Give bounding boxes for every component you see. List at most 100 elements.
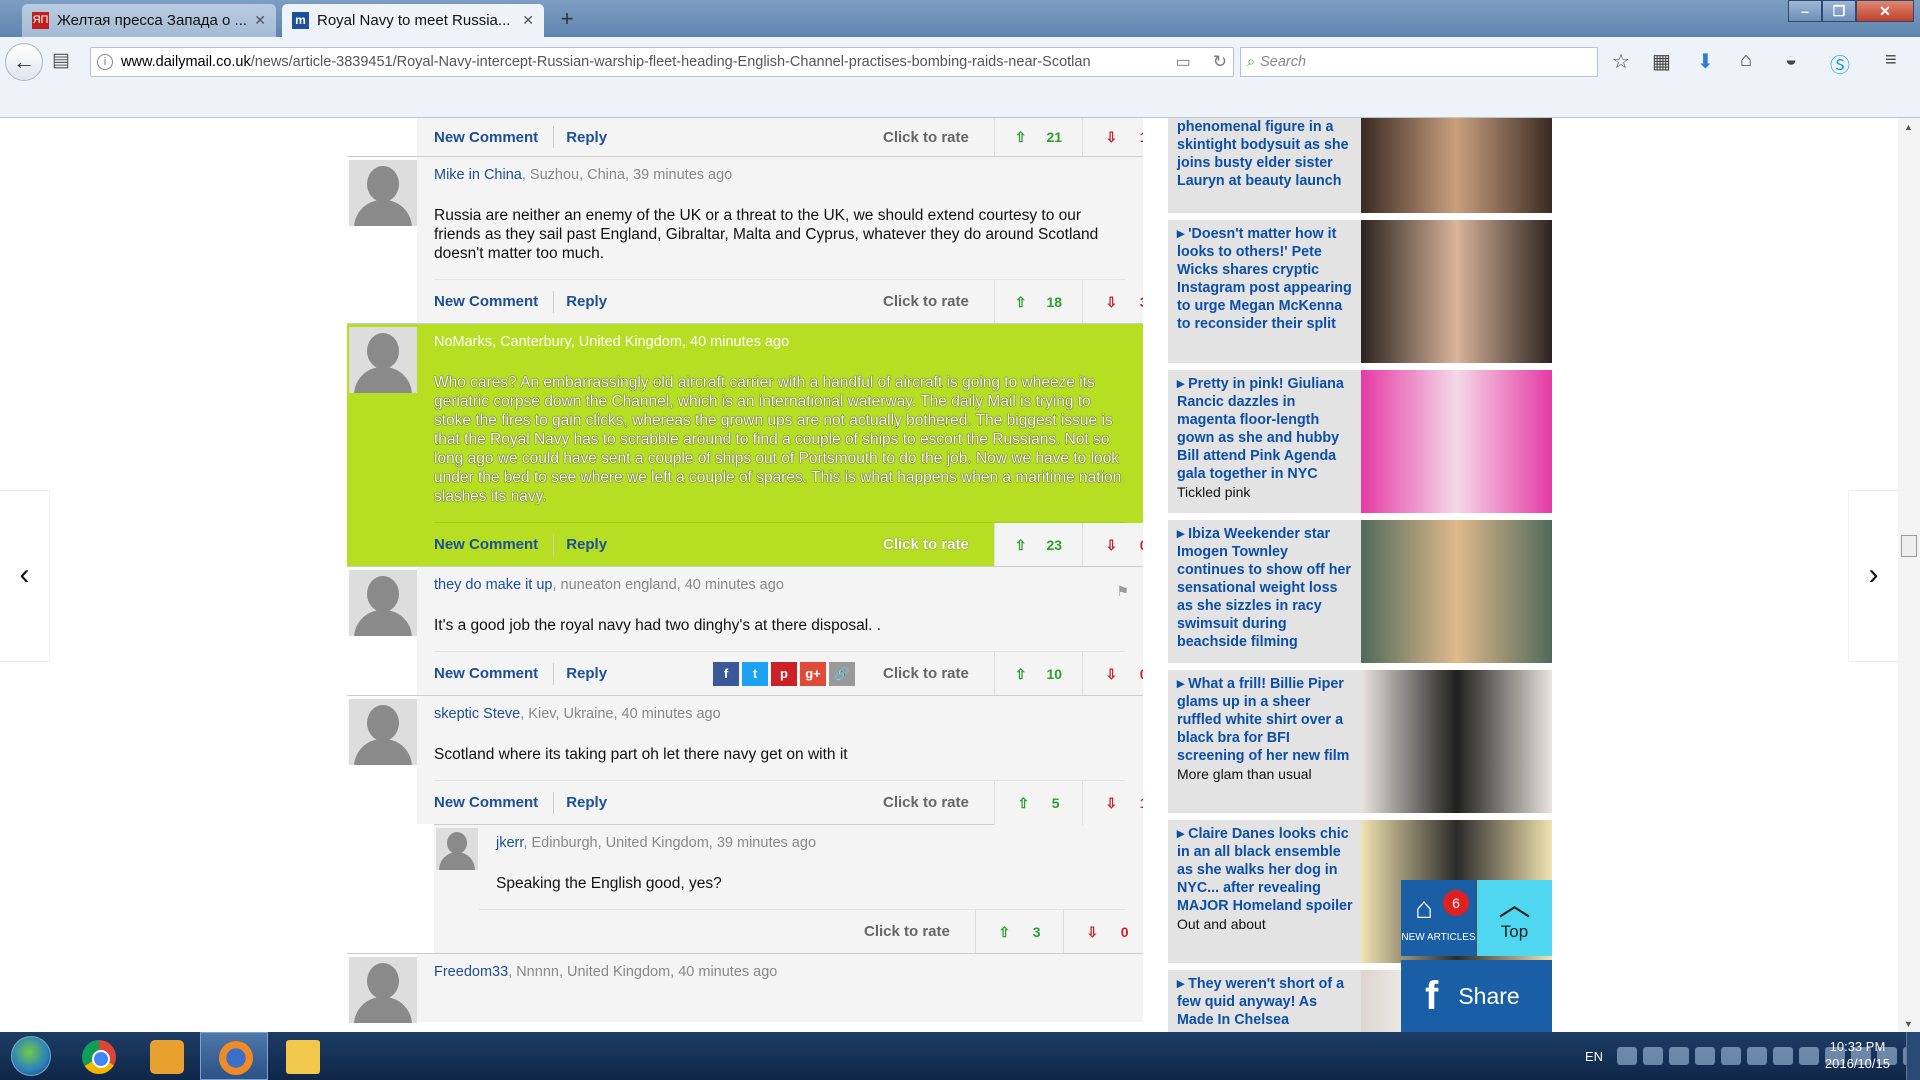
home-icon[interactable]: ⌂ — [1740, 49, 1752, 72]
scroll-up-icon[interactable]: ▲ — [1904, 122, 1913, 132]
new-comment-button[interactable]: New Comment — [434, 794, 553, 811]
sidebar-headline[interactable]: ▸ Claire Danes looks chic in an all blac… — [1177, 825, 1354, 915]
rate-up-button[interactable]: ⇧ 21 — [994, 118, 1082, 156]
back-to-top-button[interactable]: ︿ Top — [1477, 880, 1552, 956]
facebook-share-button[interactable]: f Share — [1401, 960, 1552, 1032]
reply-button[interactable]: Reply — [566, 536, 622, 553]
close-window-button[interactable]: ✕ — [1856, 0, 1914, 22]
sidebar-news-item[interactable]: phenomenal figure in a skintight bodysui… — [1168, 118, 1552, 213]
site-info-icon[interactable]: i — [97, 54, 113, 70]
comment-username[interactable]: jkerr — [496, 835, 523, 851]
reader-view-icon[interactable]: ▭ — [1176, 52, 1191, 72]
sidebar-headline[interactable]: ▸ Pretty in pink! Giuliana Rancic dazzle… — [1177, 375, 1354, 483]
search-input[interactable]: ⌕ Search — [1240, 47, 1598, 77]
sidebar-headline[interactable]: ▸ What a frill! Billie Piper glams up in… — [1177, 675, 1354, 765]
rate-down-button[interactable]: ⇩0 — [1082, 523, 1143, 567]
language-indicator[interactable]: EN — [1585, 1049, 1603, 1064]
comment-username[interactable]: they do make it up — [434, 577, 553, 593]
rate-down-button[interactable]: ⇩1 — [1082, 118, 1143, 156]
new-comment-button[interactable]: New Comment — [434, 665, 553, 682]
close-tab-icon[interactable]: ✕ — [522, 12, 534, 29]
comment-username[interactable]: Freedom33 — [434, 964, 508, 980]
comment-username[interactable]: NoMarks — [434, 334, 492, 350]
tray-app-icon[interactable] — [1773, 1047, 1794, 1065]
skype-icon[interactable]: Ⓢ — [1830, 49, 1850, 78]
url-bar[interactable]: i www.dailymail.co.uk/news/article-38394… — [90, 47, 1234, 77]
reply-button[interactable]: Reply — [566, 293, 622, 310]
new-comment-button[interactable]: New Comment — [434, 536, 553, 553]
next-article-arrow[interactable]: › — [1848, 490, 1898, 662]
downloads-icon[interactable]: ⬇ — [1697, 49, 1714, 74]
clock[interactable]: 10:33 PM 2016/10/15 — [1825, 1038, 1890, 1072]
rate-up-button[interactable]: ⇧ 5 — [994, 781, 1082, 825]
tray-app-icon[interactable] — [1747, 1047, 1768, 1065]
twitter-share-icon[interactable]: t — [742, 662, 768, 686]
history-icon[interactable]: ▤ — [52, 49, 70, 72]
minimize-button[interactable]: – — [1788, 0, 1822, 22]
reply-button[interactable]: Reply — [566, 794, 622, 811]
new-comment-button[interactable]: New Comment — [434, 293, 553, 310]
menu-icon[interactable]: ≡ — [1885, 49, 1897, 72]
tray-app-icon[interactable] — [1799, 1047, 1820, 1065]
scroll-thumb[interactable] — [1901, 535, 1917, 557]
rate-down-button[interactable]: ⇩3 — [1082, 280, 1143, 324]
sidebar-headline[interactable]: ▸ Ibiza Weekender star Imogen Townley co… — [1177, 525, 1354, 651]
maximize-button[interactable]: ❐ — [1822, 0, 1856, 22]
previous-article-arrow[interactable]: ‹ — [0, 490, 50, 662]
up-count: 21 — [1046, 129, 1063, 145]
comment-username[interactable]: Mike in China — [434, 167, 522, 183]
bookmarks-list-icon[interactable]: ▦ — [1652, 49, 1671, 74]
sidebar-thumbnail[interactable] — [1361, 370, 1552, 513]
start-button[interactable] — [0, 1032, 64, 1080]
rate-down-button[interactable]: ⇩1 — [1082, 781, 1143, 825]
taskbar-media-player[interactable] — [132, 1032, 200, 1080]
sidebar-subtitle: Out and about — [1177, 916, 1266, 932]
sidebar-news-item[interactable]: ▸ What a frill! Billie Piper glams up in… — [1168, 670, 1552, 813]
pinterest-share-icon[interactable]: p — [771, 662, 797, 686]
google-plus-share-icon[interactable]: g+ — [800, 662, 826, 686]
comment-username[interactable]: skeptic Steve — [434, 706, 520, 722]
sidebar-thumbnail[interactable] — [1361, 118, 1552, 213]
rate-up-button[interactable]: ⇧ 23 — [994, 523, 1082, 567]
sidebar-thumbnail[interactable] — [1361, 670, 1552, 813]
bookmark-star-icon[interactable]: ☆ — [1612, 49, 1630, 74]
sidebar-thumbnail[interactable] — [1361, 220, 1552, 363]
new-articles-button[interactable]: ⌂ 6 NEW ARTICLES — [1401, 880, 1476, 956]
show-desktop-button[interactable] — [1906, 1032, 1920, 1080]
facebook-share-icon[interactable]: f — [713, 662, 739, 686]
page-scrollbar[interactable]: ▲ ▼ — [1898, 118, 1920, 1033]
scroll-down-icon[interactable]: ▼ — [1904, 1019, 1913, 1029]
new-tab-button[interactable]: + — [556, 6, 578, 32]
tray-app-icon[interactable] — [1643, 1047, 1664, 1065]
rate-down-button[interactable]: ⇩0 — [1063, 910, 1143, 954]
sidebar-headline[interactable]: ▸ They weren't short of a few quid anywa… — [1177, 975, 1354, 1029]
taskbar-explorer[interactable] — [268, 1032, 336, 1080]
sidebar-headline[interactable]: phenomenal figure in a skintight bodysui… — [1177, 118, 1354, 190]
new-comment-button[interactable]: New Comment — [434, 129, 553, 146]
tray-app-icon[interactable] — [1695, 1047, 1716, 1065]
rate-up-button[interactable]: ⇧ 3 — [975, 910, 1063, 954]
sidebar-news-item[interactable]: ▸ Ibiza Weekender star Imogen Townley co… — [1168, 520, 1552, 663]
rate-up-button[interactable]: ⇧ 10 — [994, 652, 1082, 696]
tab-royal-navy[interactable]: m Royal Navy to meet Russia... ✕ — [282, 4, 544, 37]
pocket-icon[interactable]: ◒ — [1785, 49, 1797, 72]
sidebar-headline[interactable]: ▸ 'Doesn't matter how it looks to others… — [1177, 225, 1354, 333]
rate-down-button[interactable]: ⇩0 — [1082, 652, 1143, 696]
sidebar-news-item[interactable]: ▸ Pretty in pink! Giuliana Rancic dazzle… — [1168, 370, 1552, 513]
reload-icon[interactable]: ↻ — [1213, 52, 1227, 72]
tray-app-icon[interactable] — [1669, 1047, 1690, 1065]
tray-app-icon[interactable] — [1617, 1047, 1638, 1065]
link-share-icon[interactable]: 🔗 — [829, 662, 855, 686]
tab-yellow-press[interactable]: ЯП Желтая пресса Запада о ... ✕ — [22, 4, 276, 37]
sidebar-thumbnail[interactable] — [1361, 520, 1552, 663]
back-button[interactable]: ← — [5, 43, 43, 81]
close-tab-icon[interactable]: ✕ — [254, 12, 266, 29]
tray-app-icon[interactable] — [1721, 1047, 1742, 1065]
sidebar-news-item[interactable]: ▸ 'Doesn't matter how it looks to others… — [1168, 220, 1552, 363]
reply-button[interactable]: Reply — [566, 129, 622, 146]
taskbar-firefox[interactable] — [200, 1032, 268, 1080]
reply-button[interactable]: Reply — [566, 665, 622, 682]
taskbar-chrome[interactable] — [64, 1032, 132, 1080]
rate-up-button[interactable]: ⇧ 18 — [994, 280, 1082, 324]
report-flag-icon[interactable]: ⚑ — [1116, 583, 1129, 600]
